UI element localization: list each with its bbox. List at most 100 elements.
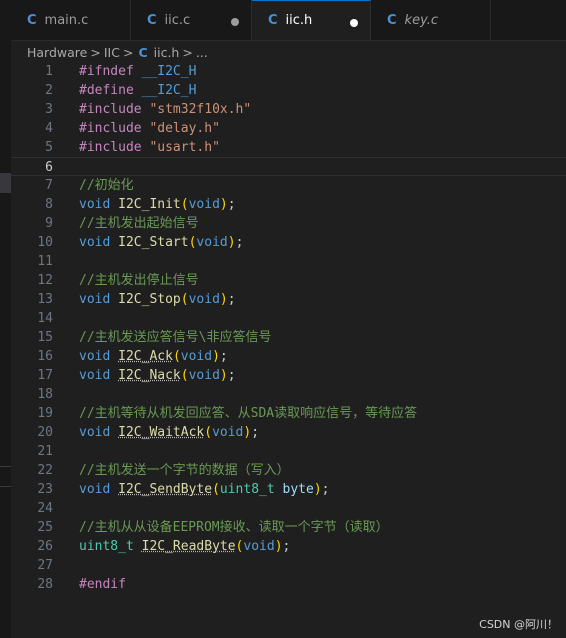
line-number: 6 — [45, 160, 53, 175]
tab-label: main.c — [44, 12, 89, 28]
tab-label: iic.h — [285, 13, 313, 28]
code-token: I2C_Start — [118, 235, 189, 250]
code-line[interactable]: 10 void I2C_Start(void); — [11, 233, 566, 252]
code-text: void I2C_SendByte(uint8_t byte); — [79, 480, 329, 499]
c-file-icon: C — [138, 44, 148, 60]
code-line[interactable]: 27 — [11, 556, 566, 575]
code-token: ( — [172, 349, 181, 364]
code-line[interactable]: 20 void I2C_WaitAck(void); — [11, 423, 566, 442]
code-line[interactable]: 22 //主机发送一个字节的数据（写入） — [11, 461, 566, 480]
code-text: //主机发出停止信号 — [79, 271, 199, 290]
code-line[interactable]: 6 — [11, 157, 566, 176]
code-text: void I2C_WaitAck(void); — [79, 423, 259, 442]
code-token: #ifndef — [79, 64, 134, 79]
code-line[interactable]: 16 void I2C_Ack(void); — [11, 347, 566, 366]
code-line[interactable]: 8 void I2C_Init(void); — [11, 195, 566, 214]
code-line[interactable]: 21 — [11, 442, 566, 461]
code-token: void — [79, 349, 111, 364]
code-token: byte — [282, 482, 314, 497]
line-number: 2 — [45, 83, 53, 98]
code-line[interactable]: 11 — [11, 252, 566, 271]
code-line[interactable]: 5 #include "usart.h" — [11, 138, 566, 157]
breadcrumb-file[interactable]: iic.h — [154, 45, 180, 60]
breadcrumb-symbols[interactable]: ... — [196, 45, 208, 60]
code-token: uint8_t — [79, 539, 134, 554]
code-line[interactable]: 2 #define __I2C_H — [11, 81, 566, 100]
code-token: __I2C_H — [141, 64, 197, 79]
code-text: //主机发送应答信号\非应答信号 — [79, 328, 271, 347]
activity-divider — [0, 466, 11, 467]
line-number: 8 — [45, 197, 53, 212]
tab-iic-h[interactable]: C iic.h — [252, 0, 371, 40]
breadcrumb-folder-hardware[interactable]: Hardware — [27, 45, 87, 60]
code-token: ) — [212, 349, 220, 364]
code-token: ( — [212, 482, 220, 497]
modified-dot-icon[interactable] — [231, 18, 239, 26]
code-token: ; — [227, 368, 236, 383]
tab-iic-c[interactable]: C iic.c — [131, 0, 252, 40]
code-token: ) — [219, 197, 228, 212]
code-token: ( — [180, 292, 189, 307]
tab-key-c[interactable]: C key.c — [371, 0, 491, 40]
code-token: ) — [227, 235, 236, 250]
c-file-icon: C — [387, 12, 397, 28]
breadcrumb-folder-iic[interactable]: IIC — [104, 45, 120, 60]
code-token: void — [79, 368, 111, 383]
code-line[interactable]: 14 — [11, 309, 566, 328]
code-token: ; — [235, 235, 244, 250]
tab-main-c[interactable]: C main.c — [11, 0, 131, 40]
code-line[interactable]: 25 //主机从从设备EEPROM接收、读取一个字节（读取） — [11, 518, 566, 537]
line-number: 7 — [45, 178, 53, 193]
code-token: ) — [219, 368, 228, 383]
code-token: #define — [79, 83, 134, 98]
line-number: 14 — [37, 311, 53, 326]
code-token: void — [188, 292, 220, 307]
line-number: 18 — [37, 387, 53, 402]
code-line[interactable]: 3 #include "stm32f10x.h" — [11, 100, 566, 119]
code-token: #endif — [79, 577, 126, 592]
code-editor[interactable]: 1 #ifndef __I2C_H 2 #define __I2C_H 3 #includ… — [11, 62, 566, 638]
tab-label: iic.c — [164, 12, 191, 28]
line-number: 19 — [37, 406, 53, 421]
code-token: void — [188, 197, 220, 212]
code-text: void I2C_Nack(void); — [79, 366, 236, 385]
code-token: I2C_ReadByte — [141, 539, 236, 554]
code-token: //主机发出起始信号 — [79, 216, 199, 231]
code-token: __I2C_H — [141, 83, 197, 98]
code-line[interactable]: 15 //主机发送应答信号\非应答信号 — [11, 328, 566, 347]
code-line[interactable]: 7 //初始化 — [11, 176, 566, 195]
code-text: void I2C_Init(void); — [79, 195, 236, 214]
code-token: void — [79, 425, 111, 440]
code-line[interactable]: 4 #include "delay.h" — [11, 119, 566, 138]
line-number: 24 — [37, 501, 53, 516]
code-line[interactable]: 17 void I2C_Nack(void); — [11, 366, 566, 385]
line-number: 13 — [37, 292, 53, 307]
code-token: void — [79, 235, 111, 250]
code-token: ; — [219, 349, 228, 364]
code-text: uint8_t I2C_ReadByte(void); — [79, 537, 290, 556]
code-token: ( — [180, 368, 189, 383]
code-token: I2C_WaitAck — [118, 425, 205, 440]
code-line[interactable]: 19 //主机等待从机发回应答、从SDA读取响应信号，等待应答 — [11, 404, 566, 423]
code-token: ) — [219, 292, 228, 307]
code-line[interactable]: 18 — [11, 385, 566, 404]
code-line[interactable]: 26 uint8_t I2C_ReadByte(void); — [11, 537, 566, 556]
code-line[interactable]: 13 void I2C_Stop(void); — [11, 290, 566, 309]
code-line[interactable]: 24 — [11, 499, 566, 518]
code-text: //主机从从设备EEPROM接收、读取一个字节（读取） — [79, 518, 389, 537]
code-text: void I2C_Stop(void); — [79, 290, 236, 309]
editor-tab-bar: C main.c C iic.c C iic.h C key.c — [11, 0, 566, 41]
code-line[interactable]: 9 //主机发出起始信号 — [11, 214, 566, 233]
line-number: 12 — [37, 273, 53, 288]
code-line[interactable]: 1 #ifndef __I2C_H — [11, 62, 566, 81]
chevron-right-icon: > — [90, 44, 101, 60]
line-number: 4 — [45, 121, 53, 136]
modified-dot-icon[interactable] — [350, 19, 358, 27]
code-line[interactable]: 12 //主机发出停止信号 — [11, 271, 566, 290]
code-line[interactable]: 28 #endif — [11, 575, 566, 594]
code-line[interactable]: 23 void I2C_SendByte(uint8_t byte); — [11, 480, 566, 499]
